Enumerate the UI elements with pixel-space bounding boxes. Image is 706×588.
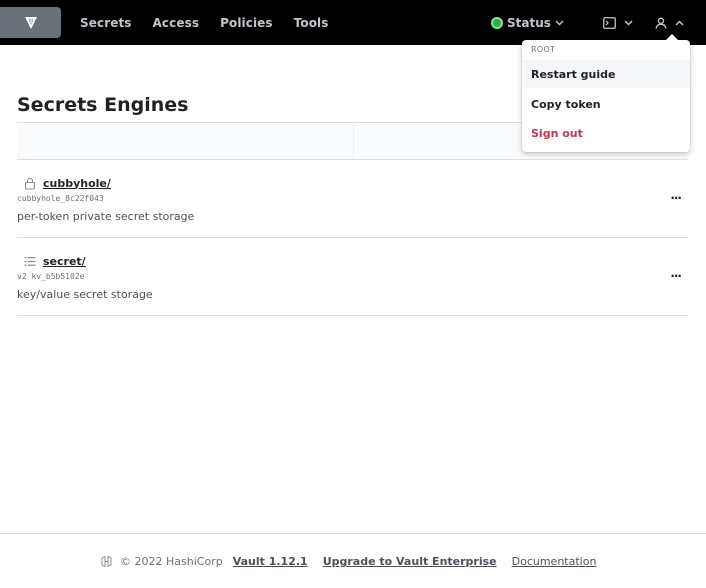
main-nav: Secrets Access Policies Tools	[80, 0, 350, 45]
footer-copyright: © 2022 HashiCorp	[120, 555, 223, 568]
nav-link-policies[interactable]: Policies	[220, 16, 273, 30]
secrets-engine-list: cubbyhole/ cubbyhole_8c22f043 per-token …	[17, 160, 688, 316]
list-item: secret/ v2 kv_b5b5102e key/value secret …	[17, 238, 688, 316]
engine-description: key/value secret storage	[17, 288, 153, 301]
page-title: Secrets Engines	[17, 94, 189, 116]
engine-accessor: cubbyhole_8c22f043	[17, 194, 104, 203]
engine-description: per-token private secret storage	[17, 210, 195, 223]
engine-path-link[interactable]: secret/	[43, 255, 86, 268]
chevron-down-icon	[555, 19, 564, 26]
footer: © 2022 HashiCorp Vault 1.12.1 Upgrade to…	[0, 533, 706, 588]
engine-accessor: v2 kv_b5b5102e	[17, 272, 85, 281]
menu-item-copy-token[interactable]: Copy token	[522, 90, 690, 118]
engine-more-menu[interactable]: ...	[670, 266, 682, 280]
engine-header: cubbyhole/	[22, 175, 111, 191]
engine-path-link[interactable]: cubbyhole/	[43, 177, 111, 190]
list-item: cubbyhole/ cubbyhole_8c22f043 per-token …	[17, 160, 688, 238]
nav-link-secrets[interactable]: Secrets	[80, 16, 132, 30]
toolbar-divider	[353, 123, 354, 159]
user-menu-button[interactable]	[655, 14, 684, 31]
engine-more-menu[interactable]: ...	[670, 188, 682, 202]
footer-upgrade-link[interactable]: Upgrade to Vault Enterprise	[323, 555, 497, 568]
menu-item-restart-guide[interactable]: Restart guide	[522, 60, 690, 88]
footer-version-link[interactable]: Vault 1.12.1	[233, 555, 308, 568]
nav-link-access[interactable]: Access	[153, 16, 200, 30]
list-icon	[22, 253, 38, 269]
status-dot-icon	[491, 16, 503, 29]
top-navbar: Secrets Access Policies Tools Status	[0, 0, 706, 45]
status-menu-button[interactable]: Status	[491, 0, 564, 45]
footer-row: © 2022 HashiCorp Vault 1.12.1 Upgrade to…	[100, 555, 596, 568]
console-toggle-button[interactable]	[603, 14, 633, 31]
user-icon	[655, 17, 667, 29]
dropdown-caret	[666, 34, 678, 40]
chevron-up-icon	[675, 19, 684, 26]
terminal-icon	[603, 16, 616, 29]
footer-docs-link[interactable]: Documentation	[512, 555, 597, 568]
home-logo-button[interactable]	[0, 7, 61, 38]
lock-icon	[22, 175, 38, 191]
dropdown-header-root: ROOT	[531, 45, 556, 54]
status-label: Status	[507, 15, 551, 30]
hashicorp-logo-icon	[101, 555, 112, 568]
menu-item-sign-out[interactable]: Sign out	[522, 119, 690, 147]
chevron-down-icon	[624, 19, 633, 26]
user-dropdown-menu: ROOT Restart guide Copy token Sign out	[522, 34, 690, 152]
engine-header: secret/	[22, 253, 86, 269]
nav-link-tools[interactable]: Tools	[294, 16, 329, 30]
vault-logo-icon	[24, 16, 37, 29]
